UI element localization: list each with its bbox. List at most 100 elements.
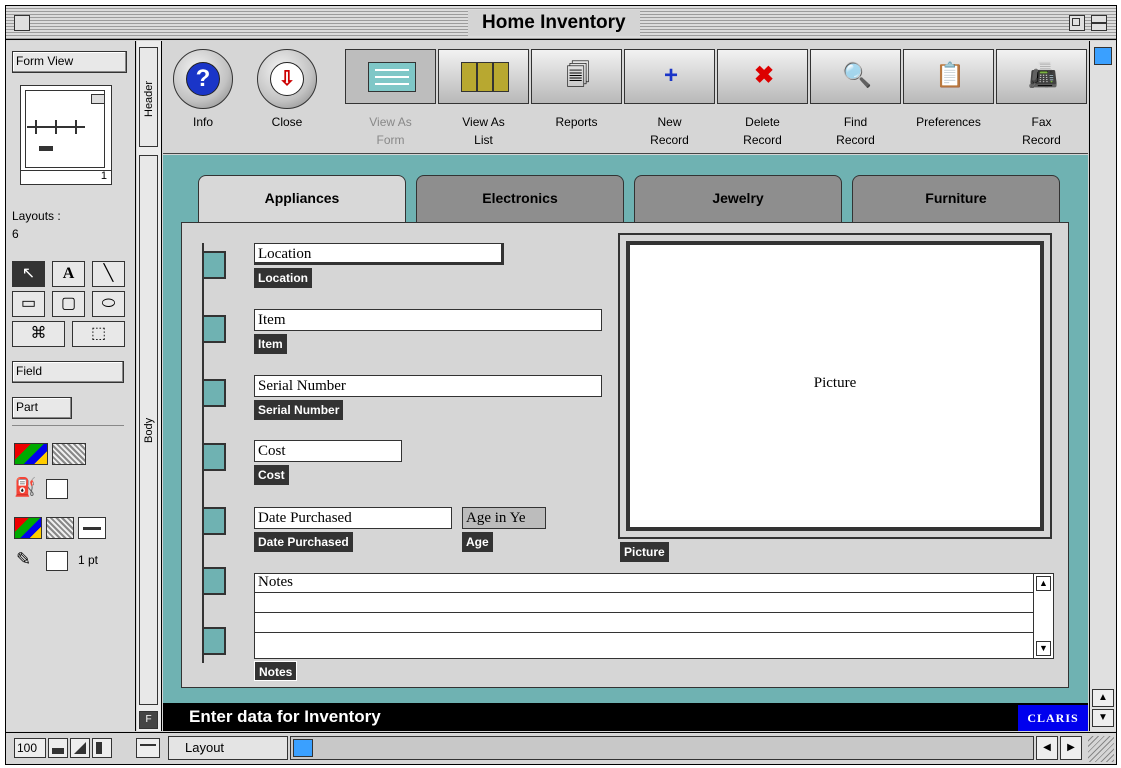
body-part-label: Body [143,417,155,443]
new-record-button[interactable]: + [624,49,715,104]
notes-label: Notes [254,661,298,681]
bottom-bar: 100 Layout ◀ ▶ [6,732,1116,764]
collapse-box-icon[interactable] [1091,15,1107,31]
form-view-popup[interactable]: Form View [12,51,127,73]
scroll-thumb[interactable] [1094,47,1112,65]
fill-pattern-popup[interactable] [52,443,86,465]
age-field[interactable]: Age in Ye [462,507,546,529]
text-tool-icon[interactable]: A [52,261,85,287]
zoom-out-icon[interactable] [48,738,68,758]
fax-record-line2: Record [1022,133,1061,147]
notes-scrollbar[interactable]: ▲ ▼ [1033,574,1053,658]
line-width-popup[interactable] [78,517,106,539]
scroll-right-icon[interactable]: ▶ [1060,736,1082,760]
item-field[interactable]: Item [254,309,602,331]
location-field[interactable]: Location [254,243,504,265]
header-part-label: Header [143,80,155,117]
date-purchased-label: Date Purchased [254,532,353,552]
rounded-rectangle-tool-icon[interactable]: ▢ [52,291,85,317]
new-record-label: New Record [624,113,715,149]
connector-tab-icon [202,627,226,655]
serial-number-field[interactable]: Serial Number [254,375,602,397]
oval-tool-icon[interactable]: ⬭ [92,291,125,317]
reports-icon: 🗐 [566,62,590,89]
footer-part-tab[interactable]: F [139,711,158,729]
reports-button[interactable]: 🗐 [531,49,622,104]
preferences-label: Preferences [916,115,981,129]
bucket-icon: ⛽ [14,477,37,497]
new-record-line1: New [657,115,682,129]
delete-record-button[interactable]: ✖ [717,49,808,104]
status-bar: Enter data for Inventory CLARIS [163,703,1088,731]
h-scroll-thumb[interactable] [293,739,313,757]
view-as-list-label: View As List [438,113,529,149]
portal-tool-icon[interactable]: ⬚ [72,321,125,347]
zoom-in-icon[interactable] [70,738,90,758]
list-view-icon [461,62,509,92]
scroll-up-arrow-icon[interactable]: ▲ [1092,689,1114,707]
new-record-icon: + [663,62,678,89]
field-tool-label: Field [16,364,43,378]
find-record-button[interactable]: 🔍 [810,49,901,104]
tab-furniture[interactable]: Furniture [852,175,1060,225]
tab-appliances[interactable]: Appliances [198,175,406,225]
view-as-form-button[interactable] [345,49,436,104]
part-toggle-icon[interactable] [136,738,160,758]
mode-popup[interactable]: Layout [168,736,288,760]
view-as-list-button[interactable] [438,49,529,104]
rectangle-tool-icon[interactable]: ▭ [12,291,45,317]
fill-color-popup[interactable] [14,443,48,465]
zoom-box-icon[interactable] [1069,15,1085,31]
delete-record-line2: Record [743,133,782,147]
info-button[interactable]: ? [173,49,233,109]
scroll-down-icon[interactable]: ▼ [1036,641,1051,656]
view-as-form-label: View As Form [345,113,436,149]
header-toolbar: ? Info ⇩ Close View As Form View As List… [163,41,1088,154]
picture-label: Picture [620,542,669,562]
fax-record-label: Fax Record [996,113,1087,149]
cost-field[interactable]: Cost [254,440,402,462]
button-tool-icon[interactable]: ⌘ [12,321,65,347]
resize-grip-icon[interactable] [1088,736,1114,762]
vertical-scrollbar[interactable]: ▲ ▼ [1089,41,1116,731]
question-icon: ? [186,62,220,96]
zoom-percentage[interactable]: 100 [14,738,46,758]
preferences-button[interactable]: 📋 [903,49,994,104]
close-button[interactable]: ⇩ [257,49,317,109]
scroll-left-icon[interactable]: ◀ [1036,736,1058,760]
notes-field[interactable]: Notes ▲ ▼ [254,573,1054,659]
layouts-count: 6 [12,227,19,241]
close-box-icon[interactable] [14,15,30,31]
status-area-icon[interactable] [92,738,112,758]
pointer-tool-icon[interactable]: ↖ [12,261,45,287]
horizontal-scrollbar[interactable] [290,736,1034,760]
delete-record-line1: Delete [745,115,780,129]
location-label: Location [254,268,312,288]
pen-pattern-popup[interactable] [46,517,74,539]
scroll-up-icon[interactable]: ▲ [1036,576,1051,591]
pen-color-popup[interactable] [14,517,42,539]
pen-swatch[interactable] [46,551,68,571]
header-part-tab[interactable]: Header [139,47,158,147]
connector-tab-icon [202,315,226,343]
date-purchased-field[interactable]: Date Purchased [254,507,452,529]
line-width-label: 1 pt [78,553,99,567]
view-as-list-line1: View As [462,115,505,129]
fill-swatch[interactable] [46,479,68,499]
fax-record-button[interactable]: 📠 [996,49,1087,104]
field-tool-button[interactable]: Field [12,361,124,383]
layout-book-icon[interactable]: 1 [20,85,112,185]
body-part-tab[interactable]: Body [139,155,158,705]
scroll-down-arrow-icon[interactable]: ▼ [1092,709,1114,727]
line-tool-icon[interactable]: ╲ [92,261,125,287]
title-bar[interactable]: Home Inventory [6,6,1116,40]
window-title: Home Inventory [468,10,640,36]
connector-tab-icon [202,507,226,535]
picture-field[interactable]: Picture [626,241,1044,531]
cost-label: Cost [254,465,289,485]
part-tool-button[interactable]: Part [12,397,72,419]
tab-electronics[interactable]: Electronics [416,175,624,225]
close-label: Close [271,115,303,129]
delete-record-icon: ✖ [753,62,775,89]
tab-jewelry[interactable]: Jewelry [634,175,842,225]
